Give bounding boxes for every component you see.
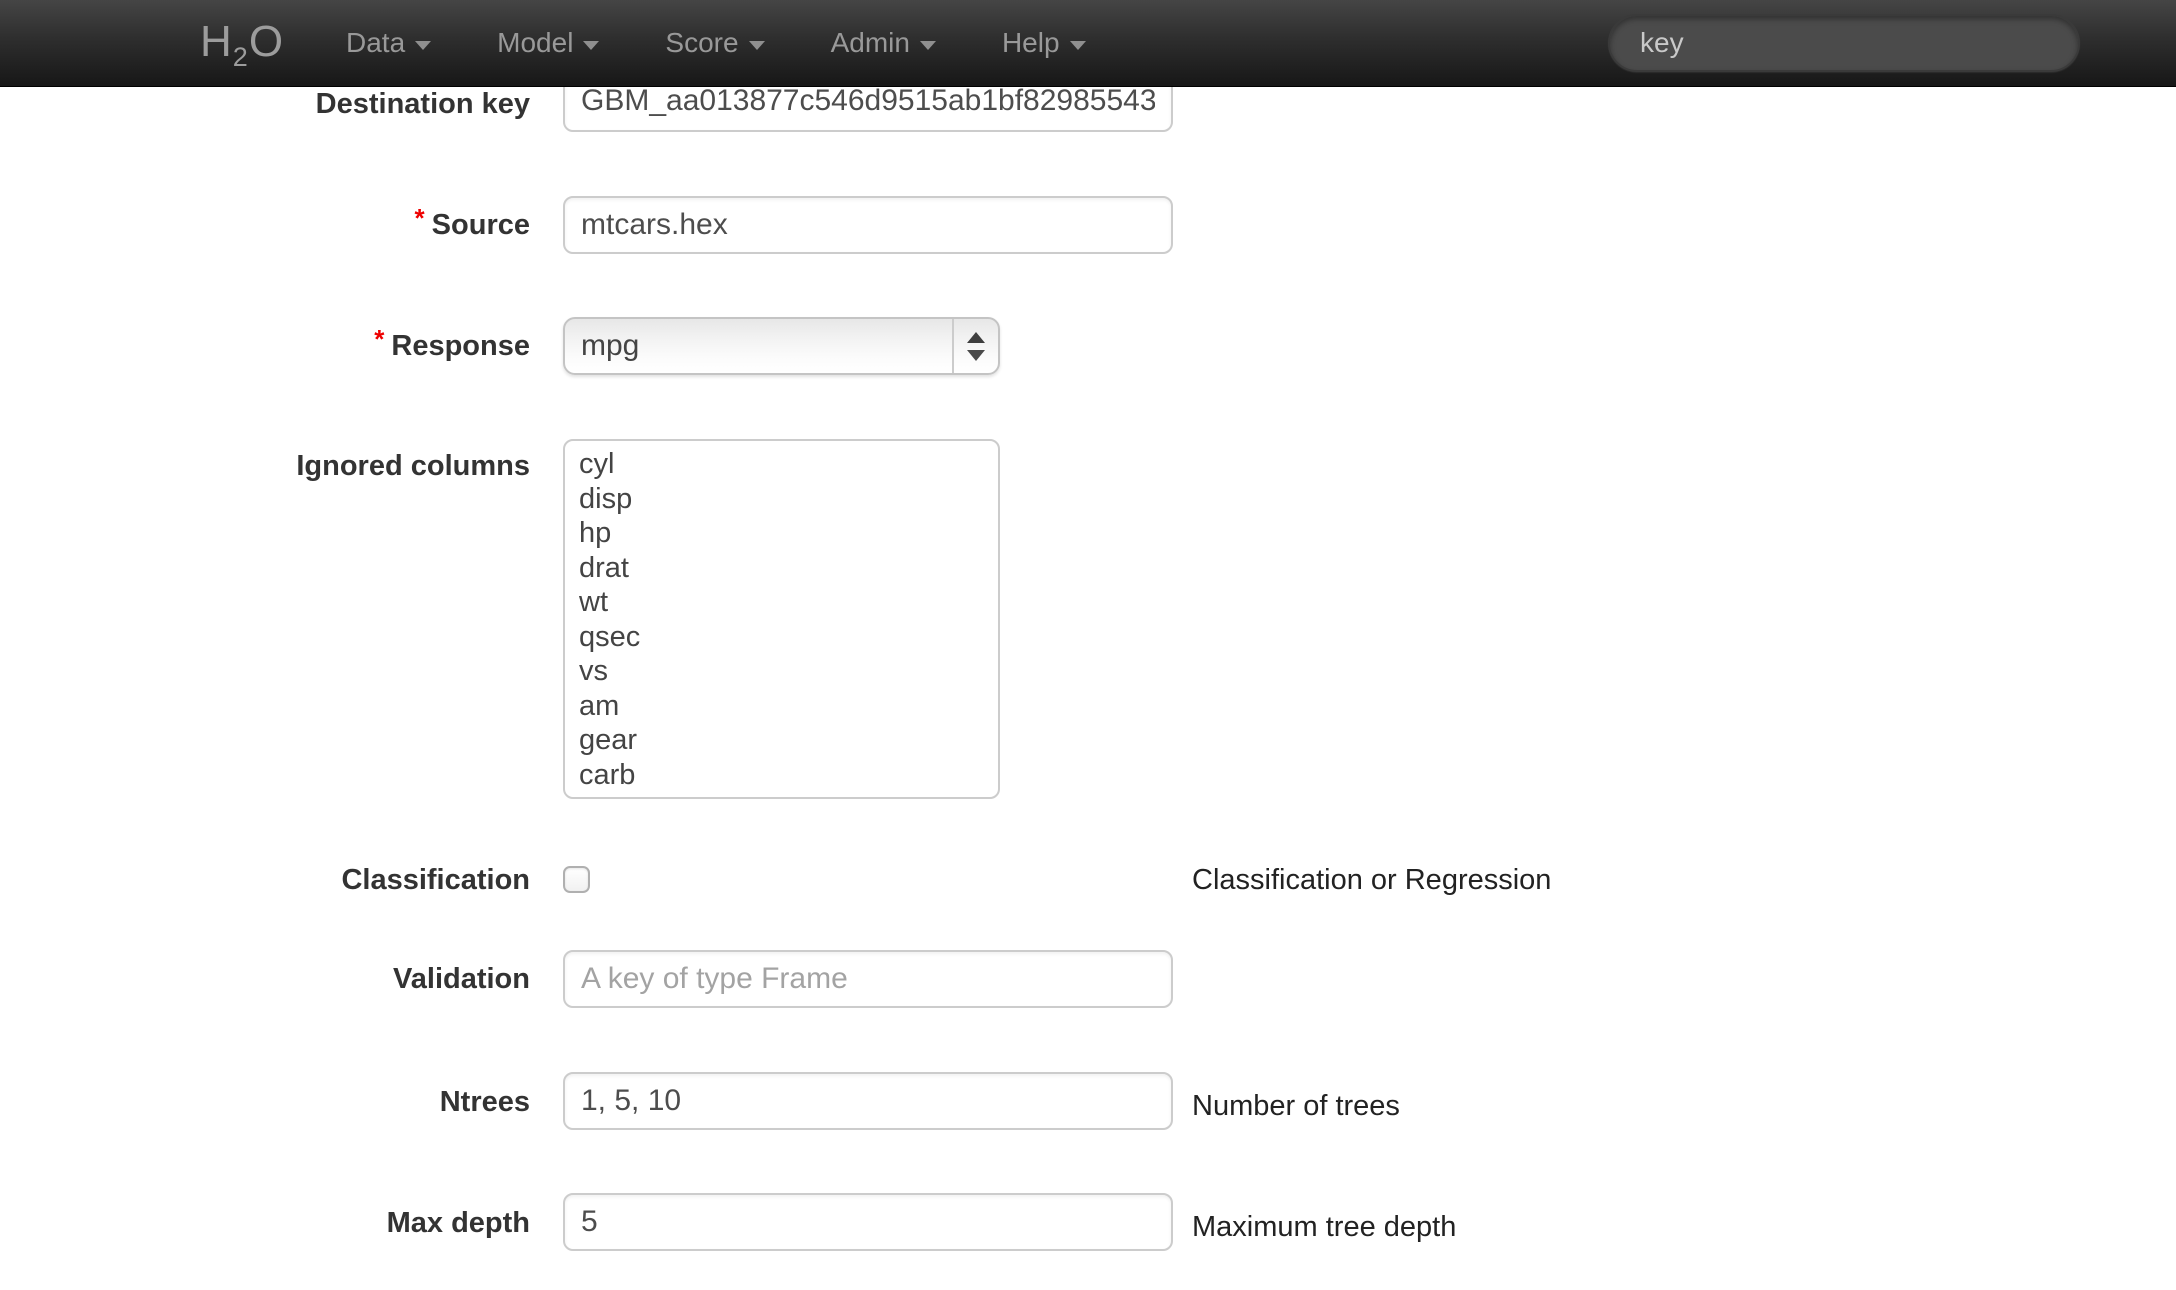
response-select[interactable]: mpg bbox=[563, 317, 1000, 375]
ignored-columns-listbox[interactable]: cyl disp hp drat wt qsec vs am gear carb bbox=[563, 439, 1000, 799]
classification-checkbox[interactable] bbox=[563, 866, 590, 893]
caret-down-icon bbox=[920, 41, 936, 50]
ntrees-help-text: Number of trees bbox=[1192, 1090, 1400, 1122]
listbox-option-cyl[interactable]: cyl bbox=[565, 447, 998, 482]
nav-menu-score[interactable]: Score bbox=[665, 27, 764, 59]
validation-label: Validation bbox=[0, 963, 530, 995]
nav-menu-model[interactable]: Model bbox=[497, 27, 599, 59]
caret-down-icon bbox=[749, 41, 765, 50]
listbox-option-disp[interactable]: disp bbox=[565, 482, 998, 517]
caret-down-icon bbox=[583, 41, 599, 50]
select-spinner bbox=[952, 319, 998, 373]
stepper-down-icon bbox=[967, 350, 985, 361]
caret-down-icon bbox=[415, 41, 431, 50]
max-depth-label-text: Max depth bbox=[387, 1207, 530, 1239]
destination-key-label-text: Destination key bbox=[316, 88, 530, 120]
classification-label: Classification bbox=[0, 864, 530, 896]
nav-menu-data-label: Data bbox=[346, 27, 405, 59]
nav-menu-help-label: Help bbox=[1002, 27, 1060, 59]
nav-menu-model-label: Model bbox=[497, 27, 573, 59]
h2o-logo[interactable]: H2O bbox=[200, 0, 284, 86]
listbox-option-drat[interactable]: drat bbox=[565, 551, 998, 586]
nav-menu-help[interactable]: Help bbox=[1002, 27, 1086, 59]
source-input[interactable] bbox=[563, 196, 1173, 254]
logo-2: 2 bbox=[233, 42, 249, 72]
logo-h: H bbox=[200, 17, 233, 66]
gbm-model-builder-page: Destination key *Source *Response mpg Ig… bbox=[0, 0, 2176, 1290]
ntrees-label: Ntrees bbox=[0, 1086, 530, 1118]
nav-menu: Data Model Score Admin Help bbox=[346, 0, 1086, 86]
nav-menu-data[interactable]: Data bbox=[346, 27, 431, 59]
nav-menu-admin-label: Admin bbox=[831, 27, 910, 59]
max-depth-label: Max depth bbox=[0, 1207, 530, 1239]
listbox-option-hp[interactable]: hp bbox=[565, 516, 998, 551]
response-select-value: mpg bbox=[565, 329, 952, 363]
listbox-option-carb[interactable]: carb bbox=[565, 758, 998, 793]
navbar-search-input[interactable] bbox=[1608, 14, 2080, 72]
required-asterisk: * bbox=[374, 324, 384, 354]
nav-menu-score-label: Score bbox=[665, 27, 738, 59]
listbox-option-am[interactable]: am bbox=[565, 689, 998, 724]
caret-down-icon bbox=[1070, 41, 1086, 50]
source-label-text: Source bbox=[432, 209, 530, 241]
source-label: *Source bbox=[0, 209, 530, 241]
ntrees-input[interactable] bbox=[563, 1072, 1173, 1130]
stepper-up-icon bbox=[967, 332, 985, 343]
listbox-option-vs[interactable]: vs bbox=[565, 654, 998, 689]
nav-menu-admin[interactable]: Admin bbox=[831, 27, 936, 59]
listbox-option-qsec[interactable]: qsec bbox=[565, 620, 998, 655]
response-label-text: Response bbox=[391, 330, 530, 362]
listbox-option-wt[interactable]: wt bbox=[565, 585, 998, 620]
classification-help-text: Classification or Regression bbox=[1192, 864, 1551, 896]
top-navbar: H2O Data Model Score Admin Help bbox=[0, 0, 2176, 87]
max-depth-input[interactable] bbox=[563, 1193, 1173, 1251]
ntrees-label-text: Ntrees bbox=[440, 1086, 530, 1118]
destination-key-label: Destination key bbox=[0, 88, 530, 120]
response-label: *Response bbox=[0, 330, 530, 362]
logo-o: O bbox=[249, 17, 284, 66]
ignored-columns-label: Ignored columns bbox=[0, 450, 530, 482]
validation-label-text: Validation bbox=[393, 963, 530, 995]
ignored-columns-label-text: Ignored columns bbox=[296, 450, 530, 482]
max-depth-help-text: Maximum tree depth bbox=[1192, 1211, 1456, 1243]
classification-label-text: Classification bbox=[341, 864, 530, 896]
validation-input[interactable] bbox=[563, 950, 1173, 1008]
required-asterisk: * bbox=[415, 203, 425, 233]
listbox-option-gear[interactable]: gear bbox=[565, 723, 998, 758]
